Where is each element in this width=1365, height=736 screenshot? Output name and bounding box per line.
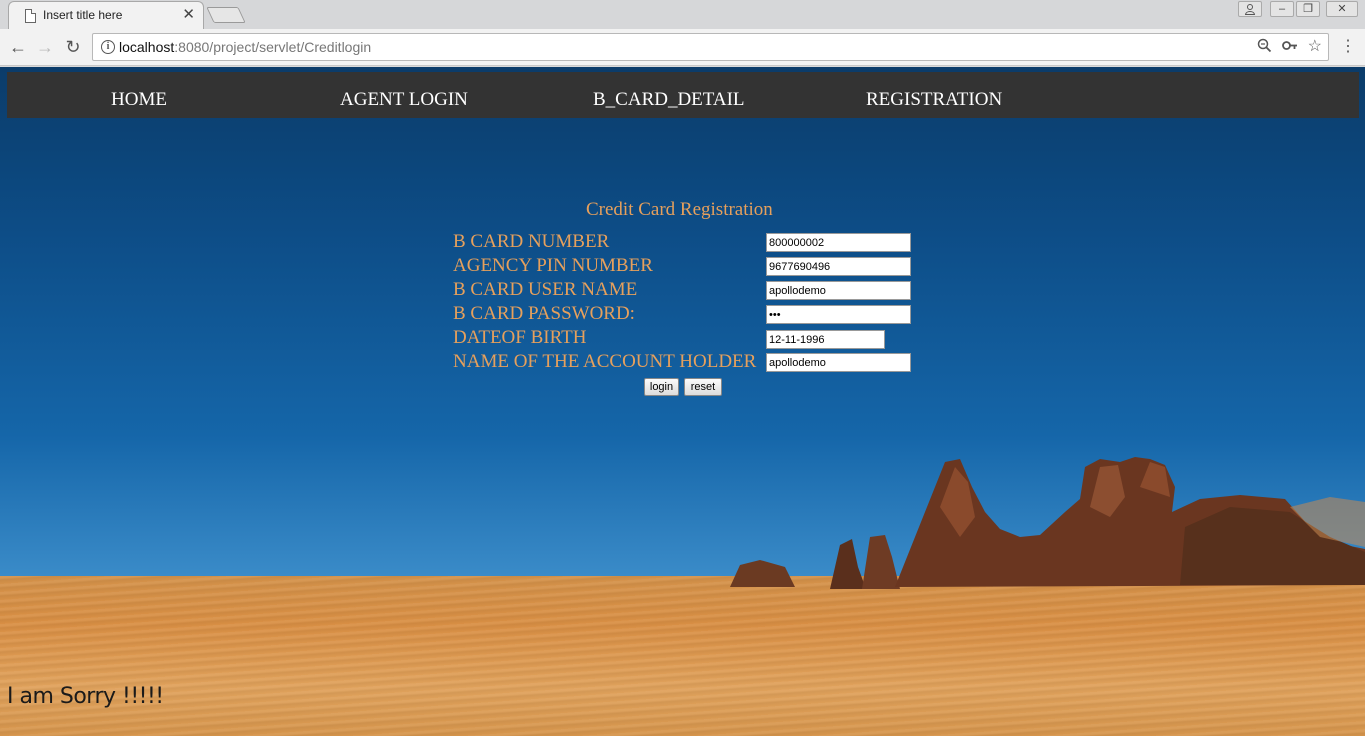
back-arrow-icon[interactable]: ← (7, 36, 29, 58)
card-username-label: B CARD USER NAME (453, 279, 638, 300)
top-navbar: HOME AGENT LOGIN B_CARD_DETAIL REGISTRAT… (7, 72, 1359, 118)
close-tab-icon[interactable]: ✕ (182, 7, 195, 22)
card-username-input[interactable] (766, 281, 911, 300)
nav-registration-link[interactable]: REGISTRATION (866, 89, 1002, 111)
restore-icon[interactable]: ❐ (1296, 1, 1320, 17)
card-password-input[interactable] (766, 305, 911, 324)
info-icon[interactable]: i (101, 40, 115, 54)
card-password-label: B CARD PASSWORD: (453, 303, 635, 324)
page-viewport: HOME AGENT LOGIN B_CARD_DETAIL REGISTRAT… (0, 67, 1365, 736)
url-text[interactable]: localhost:8080/project/servlet/Creditlog… (119, 39, 371, 55)
tab-strip: Insert title here ✕ – ❐ ✕ (0, 0, 1365, 29)
account-holder-label: NAME OF THE ACCOUNT HOLDER (453, 351, 757, 372)
user-profile-icon[interactable] (1238, 1, 1262, 17)
date-of-birth-label: DATEOF BIRTH (453, 327, 587, 348)
nav-agent-login-link[interactable]: AGENT LOGIN (340, 89, 468, 111)
tab-title: Insert title here (43, 8, 123, 22)
error-message: I am Sorry !!!!! (7, 684, 164, 709)
url-path: :8080/project/servlet/Creditlogin (174, 39, 372, 55)
form-title: Credit Card Registration (586, 199, 773, 220)
browser-tab[interactable]: Insert title here ✕ (8, 1, 204, 29)
reset-button[interactable]: reset (684, 378, 722, 396)
star-icon[interactable]: ☆ (1308, 38, 1322, 56)
nav-b-card-detail-link[interactable]: B_CARD_DETAIL (593, 89, 745, 111)
new-tab-button[interactable] (206, 7, 246, 23)
nav-home-link[interactable]: HOME (111, 89, 167, 111)
menu-icon[interactable]: ⋮ (1340, 37, 1356, 57)
date-of-birth-input[interactable] (766, 330, 885, 349)
rock-formation-image (730, 457, 1365, 589)
window-close-icon[interactable]: ✕ (1326, 1, 1358, 17)
card-number-input[interactable] (766, 233, 911, 252)
address-bar[interactable]: i localhost:8080/project/servlet/Creditl… (92, 33, 1329, 61)
card-number-label: B CARD NUMBER (453, 231, 610, 252)
login-button[interactable]: login (644, 378, 679, 396)
key-icon[interactable] (1282, 38, 1298, 58)
minimize-icon[interactable]: – (1270, 1, 1294, 17)
reload-icon[interactable]: ↻ (62, 36, 84, 58)
browser-toolbar: ← → ↻ i localhost:8080/project/servlet/C… (0, 29, 1365, 66)
account-holder-input[interactable] (766, 353, 911, 372)
forward-arrow-icon[interactable]: → (34, 36, 56, 58)
agency-pin-input[interactable] (766, 257, 911, 276)
page-icon (25, 9, 36, 23)
agency-pin-label: AGENCY PIN NUMBER (453, 255, 653, 276)
zoom-icon[interactable] (1257, 38, 1272, 58)
url-host: localhost (119, 39, 175, 55)
